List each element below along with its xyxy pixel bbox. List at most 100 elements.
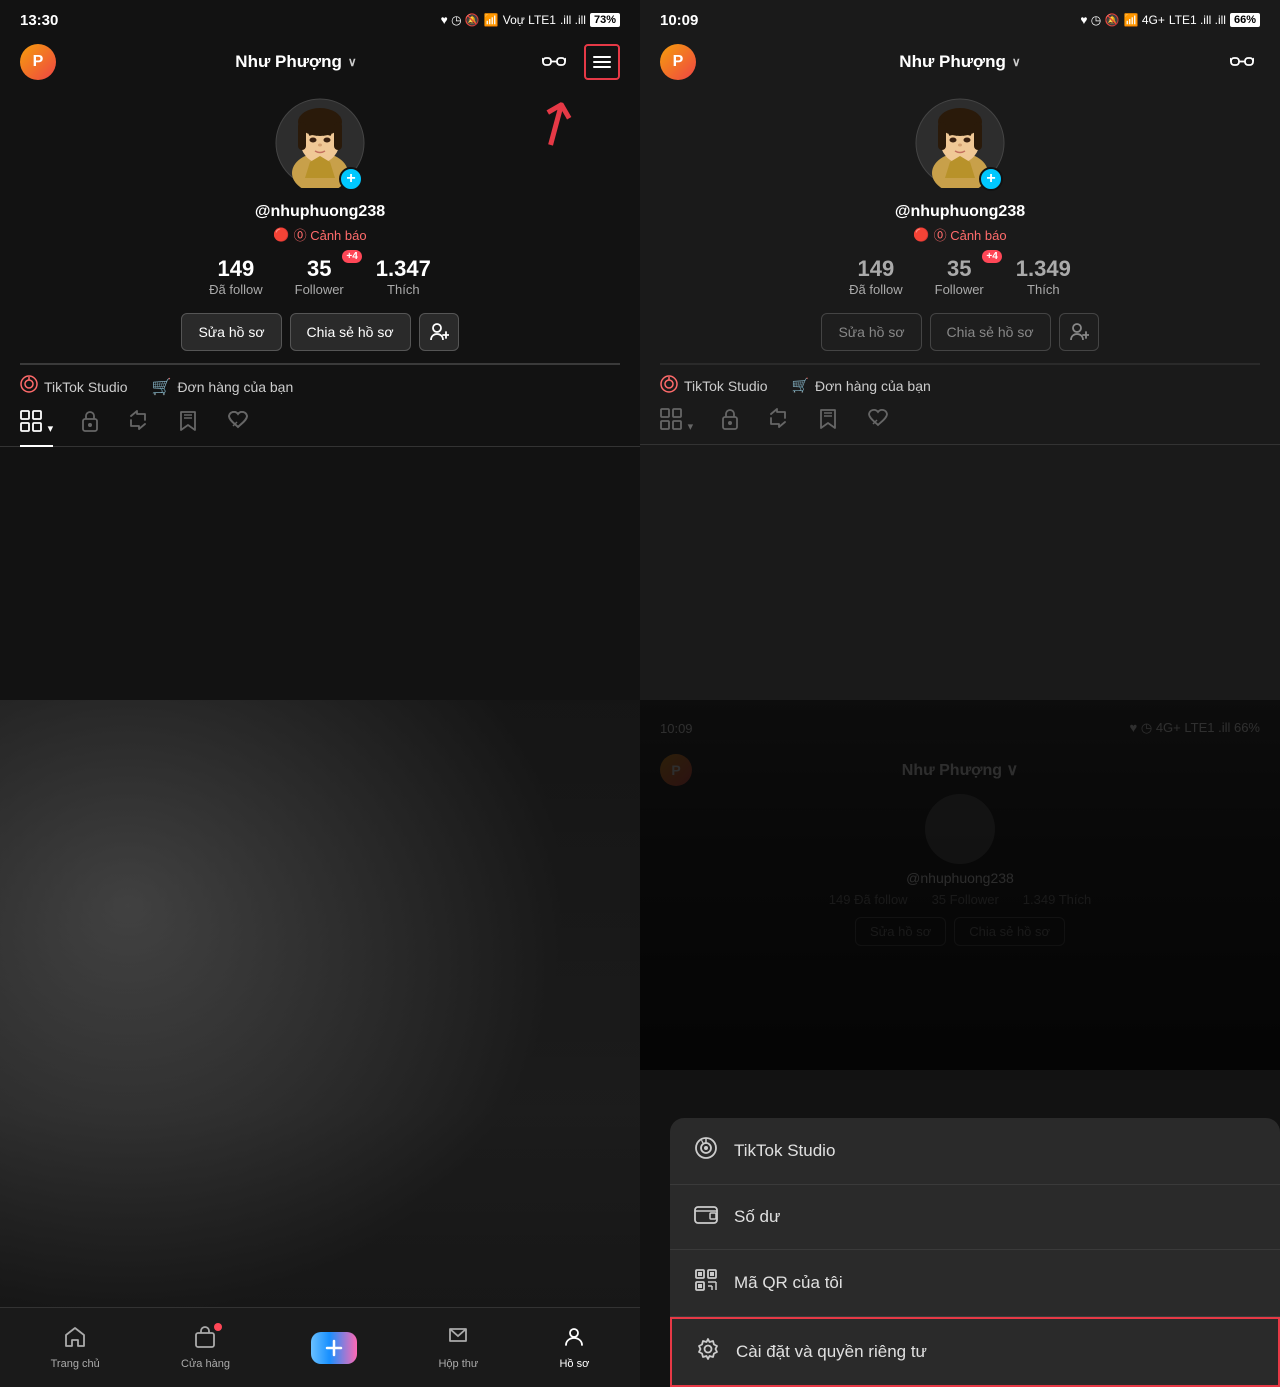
glasses-icon-left[interactable] [536,44,572,80]
stat-likes-left[interactable]: 1.347 Thích [376,256,431,297]
add-friend-btn-right[interactable] [1059,313,1099,351]
studio-icon-right [660,375,678,396]
bottom-nav: Trang chủ Cửa hàng [0,1307,640,1387]
tab-heart-left[interactable] [227,410,249,446]
menu-item-settings[interactable]: Cài đặt và quyền riêng tư [670,1317,1280,1387]
nav-home[interactable]: Trang chủ [51,1325,100,1370]
cart-icon-left: 🛒 [152,377,172,397]
menu-item-qr-label: Mã QR của tôi [734,1273,843,1293]
orders-link-left[interactable]: 🛒 Đơn hàng của bạn [152,375,294,398]
glasses-icon-right[interactable] [1224,44,1260,80]
shop-badge [214,1323,222,1331]
quick-links-right: TikTok Studio 🛒 Đơn hàng của bạn [640,375,1280,396]
profile-section-left: + @nhuphuong238 🔴 ⓪ Cảnh báo 149 Đã foll… [0,88,640,363]
popup-menu: TikTok Studio Số dư [670,1118,1280,1387]
tab-grid-right[interactable]: ▾ [660,408,693,444]
avatar-wrapper-left: + [275,98,365,193]
left-panel: 13:30 ♥ ◷ 🔕 📶 Voự LTE1 .ill .ill 73% P N… [0,0,640,700]
hamburger-menu-icon-left[interactable] [584,44,620,80]
nav-profile[interactable]: Hồ sơ [559,1325,589,1370]
status-icons-right: ♥ ◷ 🔕 📶 4G+ LTE1 .ill .ill 66% [1080,13,1260,27]
status-bar-left: 13:30 ♥ ◷ 🔕 📶 Voự LTE1 .ill .ill 73% [0,0,640,36]
tab-lock-right[interactable] [721,408,739,444]
username-nav-left[interactable]: Như Phượng ∨ [235,52,356,72]
nav-avatar-right[interactable]: P [660,44,696,80]
studio-link-right[interactable]: TikTok Studio [660,375,768,396]
settings-menu-icon [696,1337,720,1367]
studio-menu-icon [694,1136,718,1166]
inbox-icon [446,1325,470,1355]
menu-item-balance[interactable]: Số dư [670,1185,1280,1250]
stat-follow-right[interactable]: 149 Đã follow [849,256,902,297]
bottom-right-section: 10:09 ♥ ◷ 4G+ LTE1 .ill 66% P Như Phượng… [640,700,1280,1387]
status-bar-right: 10:09 ♥ ◷ 🔕 📶 4G+ LTE1 .ill .ill 66% [640,0,1280,36]
status-time-right: 10:09 [660,12,698,29]
right-dimmed-area: 10:09 ♥ ◷ 4G+ LTE1 .ill 66% P Như Phượng… [640,700,1280,1070]
blur-content [0,700,640,1387]
tab-icons-right: ▾ [640,408,1280,445]
nav-inbox[interactable]: Hộp thư [438,1325,478,1370]
nav-shop[interactable]: Cửa hàng [181,1325,230,1370]
action-buttons-left: Sửa hồ sơ Chia sẻ hồ sơ [20,313,620,351]
balance-menu-icon [694,1203,718,1231]
profile-label: Hồ sơ [559,1358,589,1370]
follower-badge-left: +4 [342,250,361,263]
shop-icon [193,1325,217,1355]
battery-right: 66% [1230,13,1260,27]
right-panel: 10:09 ♥ ◷ 🔕 📶 4G+ LTE1 .ill .ill 66% P N… [640,0,1280,700]
tab-icons-left: ▾ [0,410,640,447]
action-buttons-right: Sửa hồ sơ Chia sẻ hồ sơ [660,313,1260,351]
chevron-down-icon-left: ∨ [348,55,357,69]
bottom-left-section: Trang chủ Cửa hàng [0,700,640,1387]
stat-follower-left[interactable]: 35 +4 Follower [295,256,344,297]
warning-badge-left: 🔴 ⓪ Cảnh báo [273,225,366,244]
nav-avatar-left[interactable]: P [20,44,56,80]
nav-add[interactable] [311,1332,357,1364]
status-time-left: 13:30 [20,12,58,29]
stat-follow-left[interactable]: 149 Đã follow [209,256,262,297]
top-nav-left: P Như Phượng ∨ [0,36,640,88]
add-center-icon[interactable] [311,1332,357,1364]
stat-likes-right[interactable]: 1.349 Thích [1016,256,1071,297]
studio-icon-left [20,375,38,398]
follower-badge-right: +4 [982,250,1001,263]
tab-bookmark-left[interactable] [177,410,199,446]
menu-item-qr[interactable]: Mã QR của tôi [670,1250,1280,1317]
menu-item-settings-label: Cài đặt và quyền riêng tư [736,1342,927,1362]
profile-username-left: @nhuphuong238 [255,203,385,221]
status-icons-left: ♥ ◷ 🔕 📶 Voự LTE1 .ill .ill 73% [441,13,620,27]
orders-link-right[interactable]: 🛒 Đơn hàng của bạn [792,375,931,396]
add-follow-btn-left[interactable]: + [339,167,363,191]
username-nav-right[interactable]: Như Phượng ∨ [899,52,1020,72]
stat-follower-right[interactable]: 35 +4 Follower [935,256,984,297]
menu-item-studio[interactable]: TikTok Studio [670,1118,1280,1185]
add-friend-btn-left[interactable] [419,313,459,351]
tab-lock-left[interactable] [81,410,99,446]
tab-repost-right[interactable] [767,408,789,444]
home-label: Trang chủ [51,1358,100,1370]
edit-profile-btn-right[interactable]: Sửa hồ sơ [821,313,921,351]
share-profile-btn-right[interactable]: Chia sẻ hồ sơ [930,313,1051,351]
nav-icons-left [536,44,620,80]
tab-bookmark-right[interactable] [817,408,839,444]
stats-row-left: 149 Đã follow 35 +4 Follower 1.347 Thích [209,256,431,297]
studio-link-left[interactable]: TikTok Studio [20,375,128,398]
avatar-wrapper-right: + [915,98,1005,193]
chevron-down-icon-right: ∨ [1012,55,1021,69]
profile-section-right: + @nhuphuong238 🔴 ⓪ Cảnh báo 149 Đã foll… [640,88,1280,363]
inbox-label: Hộp thư [438,1358,478,1370]
edit-profile-btn-left[interactable]: Sửa hồ sơ [181,313,281,351]
menu-item-balance-label: Số dư [734,1207,780,1227]
tab-grid-left[interactable]: ▾ [20,410,53,446]
stats-row-right: 149 Đã follow 35 +4 Follower 1.349 Thích [849,256,1071,297]
top-nav-right: P Như Phượng ∨ [640,36,1280,88]
quick-links-left: TikTok Studio 🛒 Đơn hàng của bạn [0,375,640,398]
tab-heart-right[interactable] [867,408,889,444]
profile-icon [562,1325,586,1355]
nav-icons-right [1224,44,1260,80]
tab-repost-left[interactable] [127,410,149,446]
cart-icon-right: 🛒 [792,377,809,394]
share-profile-btn-left[interactable]: Chia sẻ hồ sơ [290,313,411,351]
battery-left: 73% [590,13,620,27]
add-follow-btn-right[interactable]: + [979,167,1003,191]
